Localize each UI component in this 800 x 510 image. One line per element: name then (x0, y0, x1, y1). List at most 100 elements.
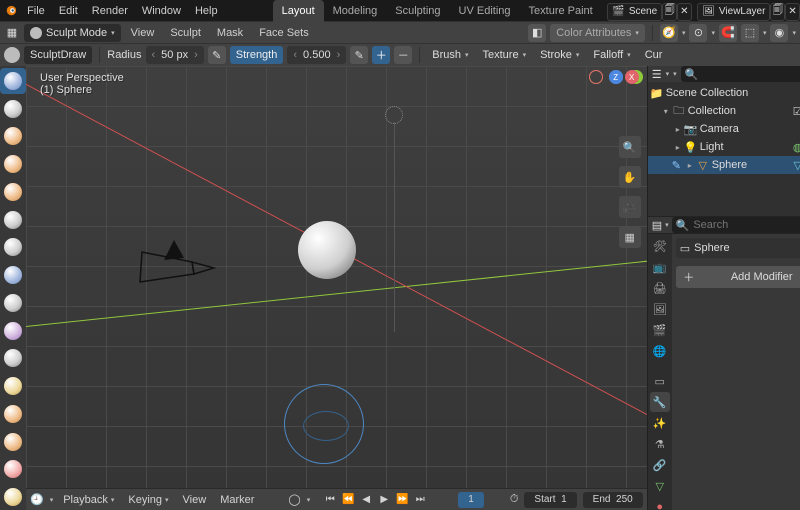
header-menu-sculpt[interactable]: Sculpt (164, 27, 207, 39)
ptab-world[interactable]: 🌐 (650, 341, 670, 361)
falloff-dropdown[interactable]: Falloff▾ (588, 46, 635, 64)
tab-sculpting[interactable]: Sculpting (386, 0, 449, 22)
brush-icon[interactable] (4, 47, 20, 63)
scene-browse-button[interactable]: 🗐 (662, 3, 677, 21)
header-menu-facesets[interactable]: Face Sets (253, 27, 315, 39)
collection-row[interactable]: ▾ 🗀 Collection ☑ 👁 📷 (648, 102, 800, 120)
snap-icon[interactable]: 🧲 (719, 24, 737, 42)
orientation-icon[interactable]: 🧭 (660, 24, 678, 42)
3d-viewport[interactable]: User Perspective (1) Sphere Z Y X 🔍 ✋ 🎥 … (26, 66, 647, 488)
gizmo-neg-x-icon[interactable] (589, 70, 603, 84)
disclosure-icon[interactable]: ▸ (672, 125, 684, 134)
preview-range-icon[interactable]: ⏱ (510, 493, 519, 506)
play-reverse-button[interactable]: ◀ (358, 494, 374, 505)
keyframe-next-button[interactable]: ⏩ (394, 494, 410, 505)
ptab-particles[interactable]: ✨ (650, 413, 670, 433)
viewlayer-selector[interactable]: 🖼 ViewLayer (697, 3, 770, 21)
proportional-icon[interactable]: ◉ (770, 24, 788, 42)
start-frame-field[interactable]: Start 1 (524, 492, 576, 508)
tab-texture-paint[interactable]: Texture Paint (520, 0, 602, 22)
tool-crease[interactable] (0, 290, 26, 316)
tool-blob[interactable] (0, 262, 26, 288)
keyframe-prev-button[interactable]: ⏪ (340, 494, 356, 505)
tool-draw[interactable] (0, 68, 26, 94)
direction-add[interactable]: ＋ (372, 46, 390, 64)
ptab-tool[interactable]: 🛠 (650, 236, 670, 256)
property-breadcrumb[interactable]: ▭ Sphere 📌 (676, 238, 800, 258)
end-frame-field[interactable]: End 250 (583, 492, 643, 508)
gizmo-neg-z-icon[interactable] (609, 70, 623, 84)
tool-clay-thumb[interactable] (0, 179, 26, 205)
object-light[interactable] (385, 106, 403, 124)
tool-multiplane[interactable] (0, 429, 26, 455)
menu-window[interactable]: Window (135, 0, 188, 22)
radius-pen-pressure[interactable]: ✎ (208, 46, 226, 64)
color-attr-icon[interactable]: ◧ (528, 24, 546, 42)
tool-clay[interactable] (0, 124, 26, 150)
ptab-material[interactable]: ● (650, 497, 670, 510)
menu-render[interactable]: Render (85, 0, 135, 22)
timeline-menu-marker[interactable]: Marker (216, 492, 258, 508)
play-button[interactable]: ▶ (376, 494, 392, 505)
brush-selector[interactable]: SculptDraw (24, 46, 92, 64)
ptab-scene[interactable]: 🎬 (650, 320, 670, 340)
disclosure-icon[interactable]: ▾ (660, 107, 672, 116)
tool-flatten[interactable] (0, 346, 26, 372)
zoom-button[interactable]: 🔍 (619, 136, 641, 158)
tool-scrape[interactable] (0, 401, 26, 427)
data-icon[interactable]: ▽ (792, 159, 800, 172)
menu-help[interactable]: Help (188, 0, 225, 22)
scene-delete-button[interactable]: ✕ (677, 3, 692, 21)
properties-search[interactable]: 🔍 (672, 217, 800, 233)
cursor-dropdown[interactable]: Cur (640, 46, 668, 64)
menu-edit[interactable]: Edit (52, 0, 85, 22)
properties-search-input[interactable] (693, 219, 800, 231)
ptab-modifiers[interactable]: 🔧 (650, 392, 670, 412)
outliner-row-sphere[interactable]: ✎ ▸ ▽ Sphere ▽👁📷 (648, 156, 800, 174)
object-sphere[interactable] (298, 221, 356, 279)
jump-end-button[interactable]: ⏭ (412, 494, 428, 505)
scene-selector[interactable]: 🎬 Scene (607, 3, 662, 21)
viewlayer-browse-button[interactable]: 🗐 (770, 3, 785, 21)
persp-button[interactable]: ▦ (619, 226, 641, 248)
outliner-search[interactable]: 🔍 (681, 66, 800, 82)
editor-type-icon[interactable]: ▦ (4, 26, 20, 39)
timeline-menu-playback[interactable]: Playback▾ (59, 492, 118, 508)
color-attribute-selector[interactable]: Color Attributes ▾ (550, 24, 645, 42)
stroke-dropdown[interactable]: Stroke▾ (535, 46, 584, 64)
strength-label-active[interactable]: Strength (230, 46, 284, 64)
exclude-toggle[interactable]: ☑ (792, 105, 800, 118)
tab-modeling[interactable]: Modeling (324, 0, 387, 22)
blender-logo-icon[interactable] (0, 0, 20, 22)
autokey-icon[interactable]: ◯ (288, 493, 300, 506)
current-frame-field[interactable]: 1 (458, 492, 484, 508)
properties-editor-icon[interactable]: ▤ (652, 219, 662, 232)
disclosure-icon[interactable]: ▸ (672, 143, 684, 152)
strength-field[interactable]: 0.500 (287, 46, 346, 64)
ptab-render[interactable]: 📺 (650, 257, 670, 277)
jump-start-button[interactable]: ⏮ (322, 494, 338, 505)
camera-button[interactable]: 🎥 (619, 196, 641, 218)
snap-target-icon[interactable]: ⬚ (741, 24, 759, 42)
mode-selector[interactable]: Sculpt Mode ▾ (24, 24, 121, 42)
tool-draw-sharp[interactable] (0, 96, 26, 122)
timeline-editor-icon[interactable]: 🕘 (30, 493, 44, 506)
direction-sub[interactable]: － (394, 46, 412, 64)
ptab-output[interactable]: 🖨 (650, 278, 670, 298)
outliner-search-input[interactable] (702, 68, 800, 80)
tool-layer[interactable] (0, 207, 26, 233)
object-camera[interactable] (136, 236, 216, 299)
pivot-icon[interactable]: ⊙ (689, 24, 707, 42)
header-menu-mask[interactable]: Mask (211, 27, 249, 39)
data-icon[interactable]: ◍ (792, 141, 800, 154)
tool-grab[interactable] (0, 484, 26, 510)
tool-clay-strips[interactable] (0, 151, 26, 177)
timeline-menu-keying[interactable]: Keying▾ (124, 492, 172, 508)
strength-pen-pressure[interactable]: ✎ (350, 46, 368, 64)
outliner-row-camera[interactable]: ▸ 📷 Camera 👁📷 (648, 120, 800, 138)
tool-pinch[interactable] (0, 457, 26, 483)
outliner-editor-icon[interactable]: ☰ (652, 68, 662, 81)
tab-layout[interactable]: Layout (273, 0, 324, 22)
tool-inflate[interactable] (0, 235, 26, 261)
timeline-menu-view[interactable]: View (179, 492, 211, 508)
